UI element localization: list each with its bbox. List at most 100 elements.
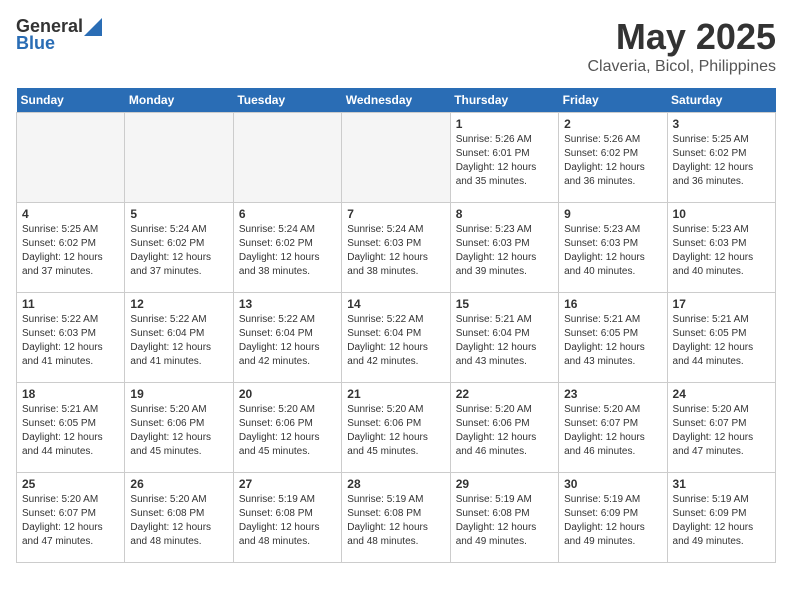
cell-info: Sunrise: 5:24 AMSunset: 6:03 PMDaylight:…: [347, 223, 444, 279]
cell-info: Sunrise: 5:25 AMSunset: 6:02 PMDaylight:…: [673, 133, 770, 189]
cell-info: Sunrise: 5:25 AMSunset: 6:02 PMDaylight:…: [22, 223, 119, 279]
cell-info: Sunrise: 5:20 AMSunset: 6:06 PMDaylight:…: [456, 403, 553, 459]
calendar-cell: 31 Sunrise: 5:19 AMSunset: 6:09 PMDayligh…: [667, 473, 775, 563]
cell-info: Sunrise: 5:19 AMSunset: 6:08 PMDaylight:…: [347, 493, 444, 549]
day-number: 13: [239, 297, 336, 311]
day-number: 2: [564, 117, 661, 131]
day-number: 20: [239, 387, 336, 401]
day-number: 3: [673, 117, 770, 131]
calendar-cell: 3 Sunrise: 5:25 AMSunset: 6:02 PMDaylight…: [667, 113, 775, 203]
cell-info: Sunrise: 5:20 AMSunset: 6:08 PMDaylight:…: [130, 493, 227, 549]
calendar-cell: 24 Sunrise: 5:20 AMSunset: 6:07 PMDayligh…: [667, 383, 775, 473]
cell-info: Sunrise: 5:23 AMSunset: 6:03 PMDaylight:…: [673, 223, 770, 279]
day-number: 14: [347, 297, 444, 311]
cell-info: Sunrise: 5:20 AMSunset: 6:06 PMDaylight:…: [130, 403, 227, 459]
calendar-cell: [125, 113, 233, 203]
calendar-cell: 10Sunrise: 5:23 AMSunset: 6:03 PMDayligh…: [667, 203, 775, 293]
calendar-cell: 2 Sunrise: 5:26 AMSunset: 6:02 PMDaylight…: [559, 113, 667, 203]
cell-info: Sunrise: 5:26 AMSunset: 6:02 PMDaylight:…: [564, 133, 661, 189]
day-header-wednesday: Wednesday: [342, 88, 450, 113]
location-subtitle: Claveria, Bicol, Philippines: [587, 58, 776, 76]
calendar-cell: [17, 113, 125, 203]
day-number: 27: [239, 477, 336, 491]
cell-info: Sunrise: 5:26 AMSunset: 6:01 PMDaylight:…: [456, 133, 553, 189]
calendar-cell: 1 Sunrise: 5:26 AMSunset: 6:01 PMDaylight…: [450, 113, 558, 203]
day-number: 5: [130, 207, 227, 221]
calendar-cell: 7 Sunrise: 5:24 AMSunset: 6:03 PMDaylight…: [342, 203, 450, 293]
day-number: 11: [22, 297, 119, 311]
calendar-cell: 11 Sunrise: 5:22 AMSunset: 6:03 PMDayligh…: [17, 293, 125, 383]
calendar-cell: 25 Sunrise: 5:20 AMSunset: 6:07 PMDayligh…: [17, 473, 125, 563]
cell-info: Sunrise: 5:20 AMSunset: 6:07 PMDaylight:…: [22, 493, 119, 549]
day-number: 21: [347, 387, 444, 401]
cell-info: Sunrise: 5:22 AMSunset: 6:04 PMDaylight:…: [130, 313, 227, 369]
calendar-cell: 8 Sunrise: 5:23 AMSunset: 6:03 PMDaylight…: [450, 203, 558, 293]
day-header-monday: Monday: [125, 88, 233, 113]
day-number: 24: [673, 387, 770, 401]
calendar-cell: 5 Sunrise: 5:24 AMSunset: 6:02 PMDaylight…: [125, 203, 233, 293]
cell-info: Sunrise: 5:20 AMSunset: 6:06 PMDaylight:…: [239, 403, 336, 459]
calendar-cell: 19Sunrise: 5:20 AMSunset: 6:06 PMDayligh…: [125, 383, 233, 473]
cell-info: Sunrise: 5:24 AMSunset: 6:02 PMDaylight:…: [130, 223, 227, 279]
cell-info: Sunrise: 5:20 AMSunset: 6:07 PMDaylight:…: [564, 403, 661, 459]
cell-info: Sunrise: 5:24 AMSunset: 6:02 PMDaylight:…: [239, 223, 336, 279]
day-number: 12: [130, 297, 227, 311]
title-block: May 2025 Claveria, Bicol, Philippines: [587, 16, 776, 76]
day-number: 30: [564, 477, 661, 491]
cell-info: Sunrise: 5:19 AMSunset: 6:08 PMDaylight:…: [239, 493, 336, 549]
calendar-cell: 4Sunrise: 5:25 AMSunset: 6:02 PMDaylight…: [17, 203, 125, 293]
calendar-cell: 18Sunrise: 5:21 AMSunset: 6:05 PMDayligh…: [17, 383, 125, 473]
calendar-cell: 17Sunrise: 5:21 AMSunset: 6:05 PMDayligh…: [667, 293, 775, 383]
day-number: 16: [564, 297, 661, 311]
day-header-sunday: Sunday: [17, 88, 125, 113]
cell-info: Sunrise: 5:23 AMSunset: 6:03 PMDaylight:…: [456, 223, 553, 279]
calendar-cell: 16 Sunrise: 5:21 AMSunset: 6:05 PMDayligh…: [559, 293, 667, 383]
day-header-friday: Friday: [559, 88, 667, 113]
cell-info: Sunrise: 5:20 AMSunset: 6:07 PMDaylight:…: [673, 403, 770, 459]
cell-info: Sunrise: 5:21 AMSunset: 6:05 PMDaylight:…: [564, 313, 661, 369]
cell-info: Sunrise: 5:20 AMSunset: 6:06 PMDaylight:…: [347, 403, 444, 459]
day-number: 15: [456, 297, 553, 311]
cell-info: Sunrise: 5:22 AMSunset: 6:03 PMDaylight:…: [22, 313, 119, 369]
day-number: 1: [456, 117, 553, 131]
cell-info: Sunrise: 5:21 AMSunset: 6:04 PMDaylight:…: [456, 313, 553, 369]
calendar-cell: 6 Sunrise: 5:24 AMSunset: 6:02 PMDaylight…: [233, 203, 341, 293]
day-header-tuesday: Tuesday: [233, 88, 341, 113]
week-row-4: 25 Sunrise: 5:20 AMSunset: 6:07 PMDayligh…: [17, 473, 776, 563]
calendar-cell: 13 Sunrise: 5:22 AMSunset: 6:04 PMDayligh…: [233, 293, 341, 383]
calendar-cell: 30 Sunrise: 5:19 AMSunset: 6:09 PMDayligh…: [559, 473, 667, 563]
day-number: 22: [456, 387, 553, 401]
page-header: General Blue May 2025 Claveria, Bicol, P…: [16, 16, 776, 76]
cell-info: Sunrise: 5:21 AMSunset: 6:05 PMDaylight:…: [22, 403, 119, 459]
week-row-0: 1 Sunrise: 5:26 AMSunset: 6:01 PMDaylight…: [17, 113, 776, 203]
day-number: 25: [22, 477, 119, 491]
cell-info: Sunrise: 5:19 AMSunset: 6:09 PMDaylight:…: [673, 493, 770, 549]
calendar-cell: 26Sunrise: 5:20 AMSunset: 6:08 PMDayligh…: [125, 473, 233, 563]
day-number: 31: [673, 477, 770, 491]
calendar-cell: 9 Sunrise: 5:23 AMSunset: 6:03 PMDaylight…: [559, 203, 667, 293]
cell-info: Sunrise: 5:22 AMSunset: 6:04 PMDaylight:…: [239, 313, 336, 369]
day-number: 23: [564, 387, 661, 401]
day-number: 29: [456, 477, 553, 491]
calendar-cell: [233, 113, 341, 203]
day-number: 28: [347, 477, 444, 491]
week-row-3: 18Sunrise: 5:21 AMSunset: 6:05 PMDayligh…: [17, 383, 776, 473]
day-number: 8: [456, 207, 553, 221]
calendar-cell: 27 Sunrise: 5:19 AMSunset: 6:08 PMDayligh…: [233, 473, 341, 563]
day-number: 17: [673, 297, 770, 311]
day-number: 6: [239, 207, 336, 221]
day-number: 7: [347, 207, 444, 221]
calendar-cell: 22 Sunrise: 5:20 AMSunset: 6:06 PMDayligh…: [450, 383, 558, 473]
calendar-table: SundayMondayTuesdayWednesdayThursdayFrid…: [16, 88, 776, 563]
header-row: SundayMondayTuesdayWednesdayThursdayFrid…: [17, 88, 776, 113]
calendar-cell: 28 Sunrise: 5:19 AMSunset: 6:08 PMDayligh…: [342, 473, 450, 563]
cell-info: Sunrise: 5:19 AMSunset: 6:09 PMDaylight:…: [564, 493, 661, 549]
cell-info: Sunrise: 5:23 AMSunset: 6:03 PMDaylight:…: [564, 223, 661, 279]
day-header-saturday: Saturday: [667, 88, 775, 113]
calendar-cell: 12 Sunrise: 5:22 AMSunset: 6:04 PMDayligh…: [125, 293, 233, 383]
calendar-cell: 29Sunrise: 5:19 AMSunset: 6:08 PMDayligh…: [450, 473, 558, 563]
logo: General Blue: [16, 16, 103, 54]
week-row-2: 11 Sunrise: 5:22 AMSunset: 6:03 PMDayligh…: [17, 293, 776, 383]
day-number: 9: [564, 207, 661, 221]
calendar-cell: 20 Sunrise: 5:20 AMSunset: 6:06 PMDayligh…: [233, 383, 341, 473]
